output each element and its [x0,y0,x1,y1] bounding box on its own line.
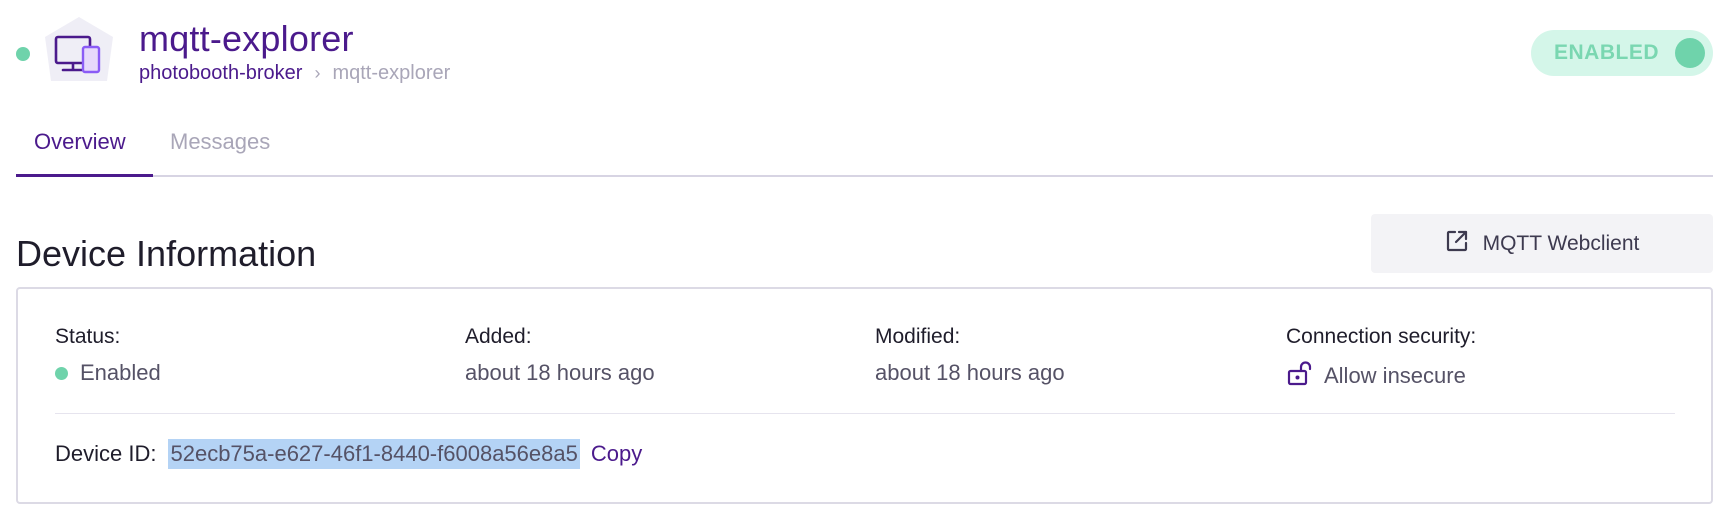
tab-overview[interactable]: Overview [34,129,126,155]
mqtt-webclient-button[interactable]: MQTT Webclient [1371,214,1713,273]
device-page: mqtt-explorer photobooth-broker › mqtt-e… [0,0,1726,514]
breadcrumb-parent-link[interactable]: photobooth-broker [139,62,302,85]
toggle-label: ENABLED [1554,41,1660,64]
connection-security-field: Connection security: Allow insecure [1286,325,1476,392]
device-id-row: Device ID: 52ecb75a-e627-46f1-8440-f6008… [55,439,642,469]
page-title: mqtt-explorer [139,18,354,59]
added-label: Added: [465,325,532,348]
enabled-toggle[interactable]: ENABLED [1531,30,1713,76]
connection-security-label: Connection security: [1286,325,1477,348]
tab-bar: Overview Messages [16,114,1713,177]
active-tab-indicator [16,174,153,177]
unlock-icon [1286,360,1312,392]
device-id-label: Device ID: [55,441,157,466]
devices-icon [41,15,117,91]
added-value: about 18 hours ago [465,360,655,385]
connection-security-value: Allow insecure [1324,363,1466,388]
toggle-knob [1675,38,1705,68]
tab-messages[interactable]: Messages [170,129,270,155]
status-label: Status: [55,325,121,348]
external-link-icon [1445,229,1469,259]
status-indicator [55,366,68,380]
added-field: Added: about 18 hours ago [465,325,655,386]
breadcrumb-current: mqtt-explorer [332,62,451,84]
section-title: Device Information [16,233,317,274]
device-id-value[interactable]: 52ecb75a-e627-46f1-8440-f6008a56e8a5 [168,439,580,469]
mqtt-webclient-label: MQTT Webclient [1482,231,1640,255]
modified-value: about 18 hours ago [875,360,1065,385]
device-info-card: Status: Enabled Added: about 18 hours ag… [16,287,1713,504]
status-value: Enabled [80,360,161,385]
copy-device-id-button[interactable]: Copy [591,441,642,467]
status-field: Status: Enabled [55,325,161,386]
card-divider [55,413,1675,414]
breadcrumb-separator: › [314,63,321,83]
status-dot [16,47,30,61]
modified-label: Modified: [875,325,961,348]
breadcrumb: photobooth-broker › mqtt-explorer [139,62,450,85]
modified-field: Modified: about 18 hours ago [875,325,1065,386]
